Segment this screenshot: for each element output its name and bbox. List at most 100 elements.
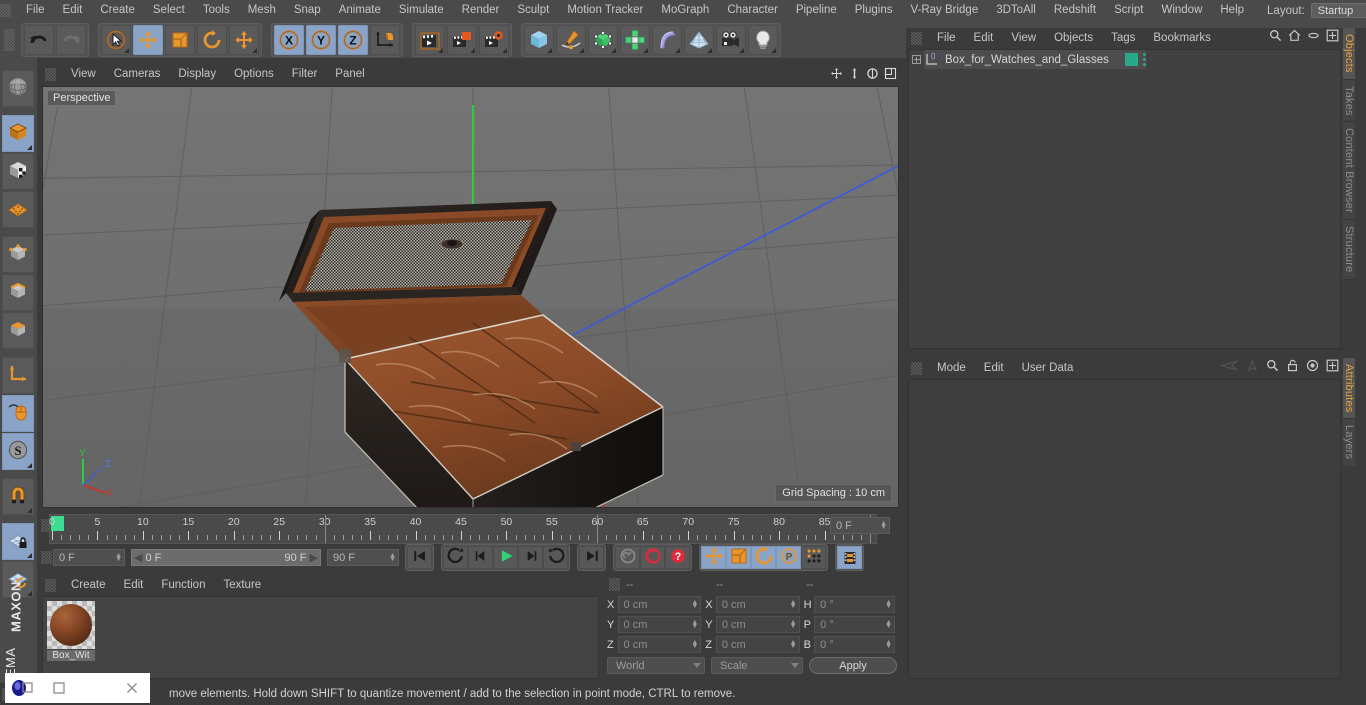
points-mode-button[interactable]: [2, 236, 34, 273]
lock-workplane-button[interactable]: [2, 523, 34, 560]
spinner-icon[interactable]: ▲▼: [790, 601, 797, 609]
menu-item-sculpt[interactable]: Sculpt: [508, 0, 558, 21]
material-tag-icon[interactable]: [1125, 53, 1138, 66]
move-tool[interactable]: [133, 25, 163, 55]
transform-mode-select[interactable]: Scale: [711, 657, 803, 674]
range-start-arrow-icon[interactable]: ◀: [134, 551, 142, 564]
menu-item-3dtoall[interactable]: 3DToAll: [987, 0, 1045, 21]
menu-item-help[interactable]: Help: [1211, 0, 1253, 21]
spinner-icon[interactable]: ▲▼: [691, 621, 698, 629]
tab-takes[interactable]: Takes: [1343, 80, 1355, 123]
size-field[interactable]: 0 cm▲▼: [716, 616, 800, 633]
menu-item-edit[interactable]: Edit: [54, 0, 92, 21]
menu-item-redshift[interactable]: Redshift: [1045, 0, 1105, 21]
spinner-icon[interactable]: ▲▼: [691, 641, 698, 649]
position-field[interactable]: 0 cm▲▼: [618, 596, 702, 613]
render-to-picture-viewer-button[interactable]: [447, 25, 477, 55]
soft-selection-button[interactable]: S: [2, 433, 34, 470]
attributes-menu-edit[interactable]: Edit: [975, 357, 1013, 379]
enable-axis-modification-button[interactable]: [2, 395, 34, 432]
maximize-icon[interactable]: [1326, 29, 1339, 45]
menu-item-motion-tracker[interactable]: Motion Tracker: [558, 0, 652, 21]
position-field[interactable]: 0 cm▲▼: [618, 616, 702, 633]
menu-item-mograph[interactable]: MoGraph: [652, 0, 718, 21]
rotation-field[interactable]: 0 °▲▼: [814, 616, 895, 633]
lock-icon[interactable]: [1286, 359, 1299, 375]
add-cube-button[interactable]: [524, 25, 554, 55]
menu-item-select[interactable]: Select: [144, 0, 194, 21]
spinner-icon[interactable]: ▲▼: [885, 641, 892, 649]
add-camera-button[interactable]: [716, 25, 746, 55]
material-menu-function[interactable]: Function: [152, 574, 214, 596]
redo-button[interactable]: [56, 25, 86, 55]
spinner-icon[interactable]: ▲▼: [115, 554, 122, 562]
viewport-menu-panel[interactable]: Panel: [326, 63, 373, 85]
menu-item-create[interactable]: Create: [91, 0, 144, 21]
object-menu-bookmarks[interactable]: Bookmarks: [1144, 27, 1220, 49]
rotate-tool[interactable]: [197, 25, 227, 55]
size-field[interactable]: 0 cm▲▼: [716, 636, 800, 653]
current-frame-field[interactable]: 0 F ▲▼: [53, 549, 125, 566]
menu-item-v-ray-bridge[interactable]: V-Ray Bridge: [901, 0, 987, 21]
object-row[interactable]: 0Box_for_Watches_and_Glasses: [909, 50, 1340, 69]
record-active-objects-button[interactable]: [615, 546, 640, 569]
live-selection-tool[interactable]: [101, 25, 131, 55]
position-field[interactable]: 0 cm▲▼: [618, 636, 702, 653]
workplane-mode-button[interactable]: [2, 191, 34, 228]
material-menu-create[interactable]: Create: [62, 574, 115, 596]
right-frame-field[interactable]: 0 F ▲▼: [830, 517, 890, 534]
tab-attributes[interactable]: Attributes: [1343, 358, 1355, 419]
spinner-icon[interactable]: ▲▼: [790, 621, 797, 629]
polygons-mode-button[interactable]: [2, 312, 34, 349]
spinner-icon[interactable]: ▲▼: [691, 601, 698, 609]
maximize-button[interactable]: [78, 673, 114, 703]
apply-button[interactable]: Apply: [809, 657, 897, 674]
snap-magnet-button[interactable]: [2, 478, 34, 515]
spinner-icon[interactable]: ▲▼: [790, 641, 797, 649]
viewport-menu-cameras[interactable]: Cameras: [105, 63, 170, 85]
expand-toggle-icon[interactable]: [912, 55, 921, 64]
object-menu-edit[interactable]: Edit: [965, 27, 1003, 49]
point-level-animation-button[interactable]: [801, 546, 826, 569]
scale-tool[interactable]: [165, 25, 195, 55]
tag-dots-icon[interactable]: [1143, 53, 1146, 66]
render-settings-button[interactable]: [479, 25, 509, 55]
autokeying-button[interactable]: [640, 546, 665, 569]
position-key-button[interactable]: [701, 546, 726, 569]
viewport-menu-view[interactable]: View: [62, 63, 105, 85]
menu-item-plugins[interactable]: Plugins: [846, 0, 902, 21]
next-keyframe-button[interactable]: [543, 546, 568, 569]
timeline-button[interactable]: [837, 546, 862, 569]
tab-objects[interactable]: Objects: [1343, 28, 1355, 80]
object-tags[interactable]: [1115, 50, 1146, 69]
menu-item-file[interactable]: File: [17, 0, 54, 21]
world-object-coordinates-button[interactable]: [370, 25, 400, 55]
maximize-icon[interactable]: [883, 65, 898, 82]
material-item[interactable]: Box_Wit: [47, 601, 95, 661]
timeline-ruler[interactable]: 051015202530354045505560657075808590: [49, 514, 877, 544]
range-end-arrow-icon[interactable]: ▶: [310, 551, 318, 564]
material-menu-texture[interactable]: Texture: [214, 574, 270, 596]
search-icon[interactable]: [1269, 29, 1282, 45]
add-light-button[interactable]: [748, 25, 778, 55]
attributes-menu-user-data[interactable]: User Data: [1013, 357, 1083, 379]
menu-item-snap[interactable]: Snap: [285, 0, 330, 21]
object-menu-tags[interactable]: Tags: [1102, 27, 1144, 49]
object-tree[interactable]: 0Box_for_Watches_and_Glasses: [908, 49, 1341, 349]
lock-y-axis-button[interactable]: Y: [306, 25, 336, 55]
end-frame-field[interactable]: 90 F ▲▼: [327, 549, 399, 566]
lock-x-axis-button[interactable]: X: [274, 25, 304, 55]
previous-frame-button[interactable]: [468, 546, 493, 569]
object-menu-file[interactable]: File: [928, 27, 965, 49]
minimize-icon[interactable]: [1307, 29, 1320, 45]
material-preview[interactable]: [47, 601, 95, 649]
previous-keyframe-button[interactable]: [443, 546, 468, 569]
model-mode-button[interactable]: [2, 115, 34, 152]
render-view-button[interactable]: [415, 25, 445, 55]
tab-content-browser[interactable]: Content Browser: [1343, 122, 1355, 220]
tab-structure[interactable]: Structure: [1343, 220, 1355, 279]
spinner-icon[interactable]: ▲▼: [389, 554, 396, 562]
target-icon[interactable]: [1306, 359, 1319, 375]
tab-layers[interactable]: Layers: [1343, 419, 1355, 466]
viewport-menu-display[interactable]: Display: [169, 63, 225, 85]
